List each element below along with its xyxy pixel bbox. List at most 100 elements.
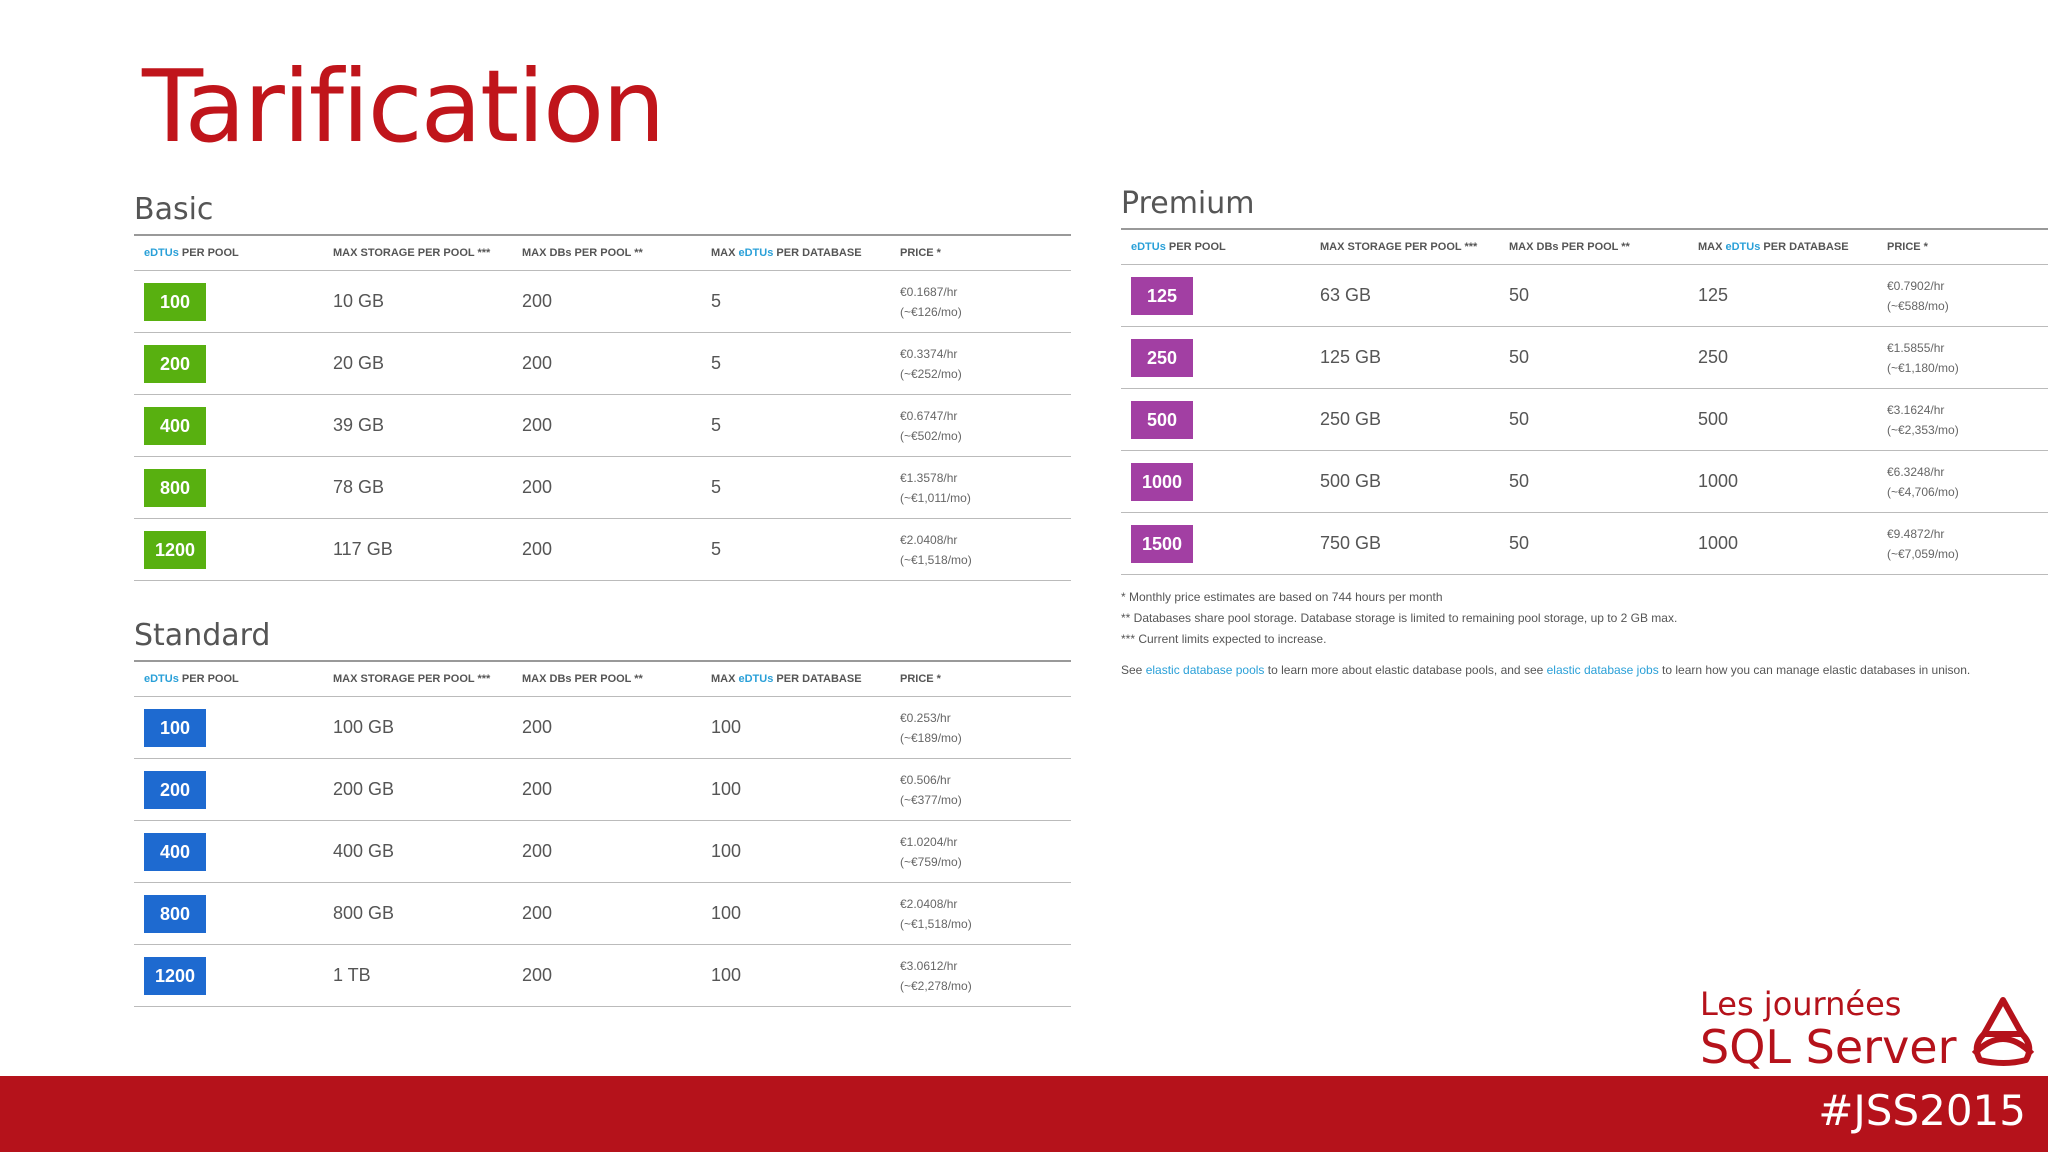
price-cell: €0.7902/hr (~€588/mo) [1877, 264, 2048, 327]
storage-cell: 200 GB [323, 758, 512, 821]
edtu-cell: 200 [134, 758, 323, 821]
standard-table: eDTUs PER POOL MAX STORAGE PER POOL *** … [134, 660, 1071, 1007]
footer-bar: #JSS2015 [0, 1076, 2048, 1152]
price-cell: €0.506/hr (~€377/mo) [890, 758, 1071, 821]
edtu-cell: 100 [134, 270, 323, 333]
table-row: 1200 117 GB 200 5 €2.0408/hr (~€1,518/mo) [134, 518, 1071, 581]
edtu-badge: 800 [144, 894, 206, 933]
max-dbs-cell: 200 [512, 758, 701, 821]
max-dbs-cell: 50 [1499, 388, 1688, 451]
table-row: 100 100 GB 200 100 €0.253/hr (~€189/mo) [134, 696, 1071, 759]
max-dbs-cell: 200 [512, 332, 701, 395]
price-cell: €1.0204/hr (~€759/mo) [890, 820, 1071, 883]
footnotes: * Monthly price estimates are based on 7… [1121, 587, 2048, 681]
price-monthly: (~€2,278/mo) [900, 978, 972, 993]
see-also-text: See elastic database pools to learn more… [1121, 663, 1971, 677]
elastic-database-pools-link[interactable]: elastic database pools [1146, 663, 1265, 677]
edtu-cell: 1000 [1121, 450, 1310, 513]
price-cell: €9.4872/hr (~€7,059/mo) [1877, 512, 2048, 575]
per-db-cell: 100 [701, 820, 890, 883]
table-row: 400 400 GB 200 100 €1.0204/hr (~€759/mo) [134, 820, 1071, 883]
per-db-cell: 125 [1688, 264, 1877, 327]
footnote-1: * Monthly price estimates are based on 7… [1121, 590, 1443, 604]
per-db-cell: 5 [701, 394, 890, 457]
max-dbs-cell: 200 [512, 394, 701, 457]
premium-table: eDTUs PER POOL MAX STORAGE PER POOL *** … [1121, 228, 2048, 575]
edtu-badge: 500 [1131, 400, 1193, 439]
per-db-cell: 100 [701, 696, 890, 759]
storage-cell: 78 GB [323, 456, 512, 519]
col-max-storage: MAX STORAGE PER POOL *** [1310, 228, 1499, 265]
per-db-cell: 100 [701, 758, 890, 821]
price-hourly: €0.1687/hr [900, 284, 958, 299]
storage-cell: 400 GB [323, 820, 512, 883]
price-monthly: (~€1,180/mo) [1887, 360, 1959, 375]
price-hourly: €0.506/hr [900, 772, 951, 787]
col-price: PRICE * [890, 234, 1071, 271]
max-dbs-cell: 200 [512, 696, 701, 759]
edtu-badge: 800 [144, 468, 206, 507]
storage-cell: 100 GB [323, 696, 512, 759]
hashtag: #JSS2015 [1818, 1086, 2026, 1135]
price-monthly: (~€1,518/mo) [900, 916, 972, 931]
col-max-storage: MAX STORAGE PER POOL *** [323, 660, 512, 697]
storage-cell: 117 GB [323, 518, 512, 581]
edtu-cell: 800 [134, 456, 323, 519]
price-cell: €0.6747/hr (~€502/mo) [890, 394, 1071, 457]
price-monthly: (~€4,706/mo) [1887, 484, 1959, 499]
price-monthly: (~€7,059/mo) [1887, 546, 1959, 561]
edtu-badge: 100 [144, 282, 206, 321]
max-dbs-cell: 50 [1499, 264, 1688, 327]
price-monthly: (~€377/mo) [900, 792, 962, 807]
elastic-database-jobs-link[interactable]: elastic database jobs [1547, 663, 1659, 677]
price-hourly: €6.3248/hr [1887, 464, 1945, 479]
edtu-cell: 1200 [134, 518, 323, 581]
table-header-row: eDTUs PER POOL MAX STORAGE PER POOL *** … [134, 234, 1071, 271]
edtu-cell: 500 [1121, 388, 1310, 451]
edtu-badge: 100 [144, 708, 206, 747]
price-monthly: (~€126/mo) [900, 304, 962, 319]
col-price: PRICE * [890, 660, 1071, 697]
price-hourly: €0.6747/hr [900, 408, 958, 423]
edtu-cell: 250 [1121, 326, 1310, 389]
table-row: 1000 500 GB 50 1000 €6.3248/hr (~€4,706/mo) [1121, 450, 2048, 513]
table-row: 200 200 GB 200 100 €0.506/hr (~€377/mo) [134, 758, 1071, 821]
max-dbs-cell: 50 [1499, 326, 1688, 389]
storage-cell: 500 GB [1310, 450, 1499, 513]
price-cell: €0.1687/hr (~€126/mo) [890, 270, 1071, 333]
per-db-cell: 1000 [1688, 512, 1877, 575]
col-max-storage: MAX STORAGE PER POOL *** [323, 234, 512, 271]
price-cell: €2.0408/hr (~€1,518/mo) [890, 518, 1071, 581]
table-header-row: eDTUs PER POOL MAX STORAGE PER POOL *** … [1121, 228, 2048, 265]
table-row: 200 20 GB 200 5 €0.3374/hr (~€252/mo) [134, 332, 1071, 395]
price-hourly: €0.3374/hr [900, 346, 958, 361]
table-row: 250 125 GB 50 250 €1.5855/hr (~€1,180/mo) [1121, 326, 2048, 389]
price-hourly: €3.0612/hr [900, 958, 958, 973]
col-max-dbs: MAX DBs PER POOL ** [512, 234, 701, 271]
storage-cell: 20 GB [323, 332, 512, 395]
price-cell: €1.3578/hr (~€1,011/mo) [890, 456, 1071, 519]
per-db-cell: 5 [701, 518, 890, 581]
table-row: 100 10 GB 200 5 €0.1687/hr (~€126/mo) [134, 270, 1071, 333]
max-dbs-cell: 200 [512, 820, 701, 883]
jss-emblem-icon [1971, 997, 2035, 1066]
storage-cell: 250 GB [1310, 388, 1499, 451]
edtu-badge: 200 [144, 344, 206, 383]
per-db-cell: 250 [1688, 326, 1877, 389]
price-cell: €3.0612/hr (~€2,278/mo) [890, 944, 1071, 1007]
max-dbs-cell: 200 [512, 456, 701, 519]
storage-cell: 800 GB [323, 882, 512, 945]
edtu-badge: 1200 [144, 956, 206, 995]
max-dbs-cell: 200 [512, 944, 701, 1007]
price-cell: €0.253/hr (~€189/mo) [890, 696, 1071, 759]
edtu-badge: 1200 [144, 530, 206, 569]
per-db-cell: 100 [701, 882, 890, 945]
edtu-cell: 200 [134, 332, 323, 395]
edtu-cell: 1200 [134, 944, 323, 1007]
col-max-edtu-per-db: MAX eDTUs PER DATABASE [701, 234, 890, 271]
price-hourly: €0.253/hr [900, 710, 951, 725]
col-max-edtu-per-db: MAX eDTUs PER DATABASE [701, 660, 890, 697]
basic-section: Basic eDTUs PER POOL MAX STORAGE PER POO… [134, 186, 1071, 581]
table-row: 800 800 GB 200 100 €2.0408/hr (~€1,518/mo) [134, 882, 1071, 945]
price-hourly: €3.1624/hr [1887, 402, 1945, 417]
